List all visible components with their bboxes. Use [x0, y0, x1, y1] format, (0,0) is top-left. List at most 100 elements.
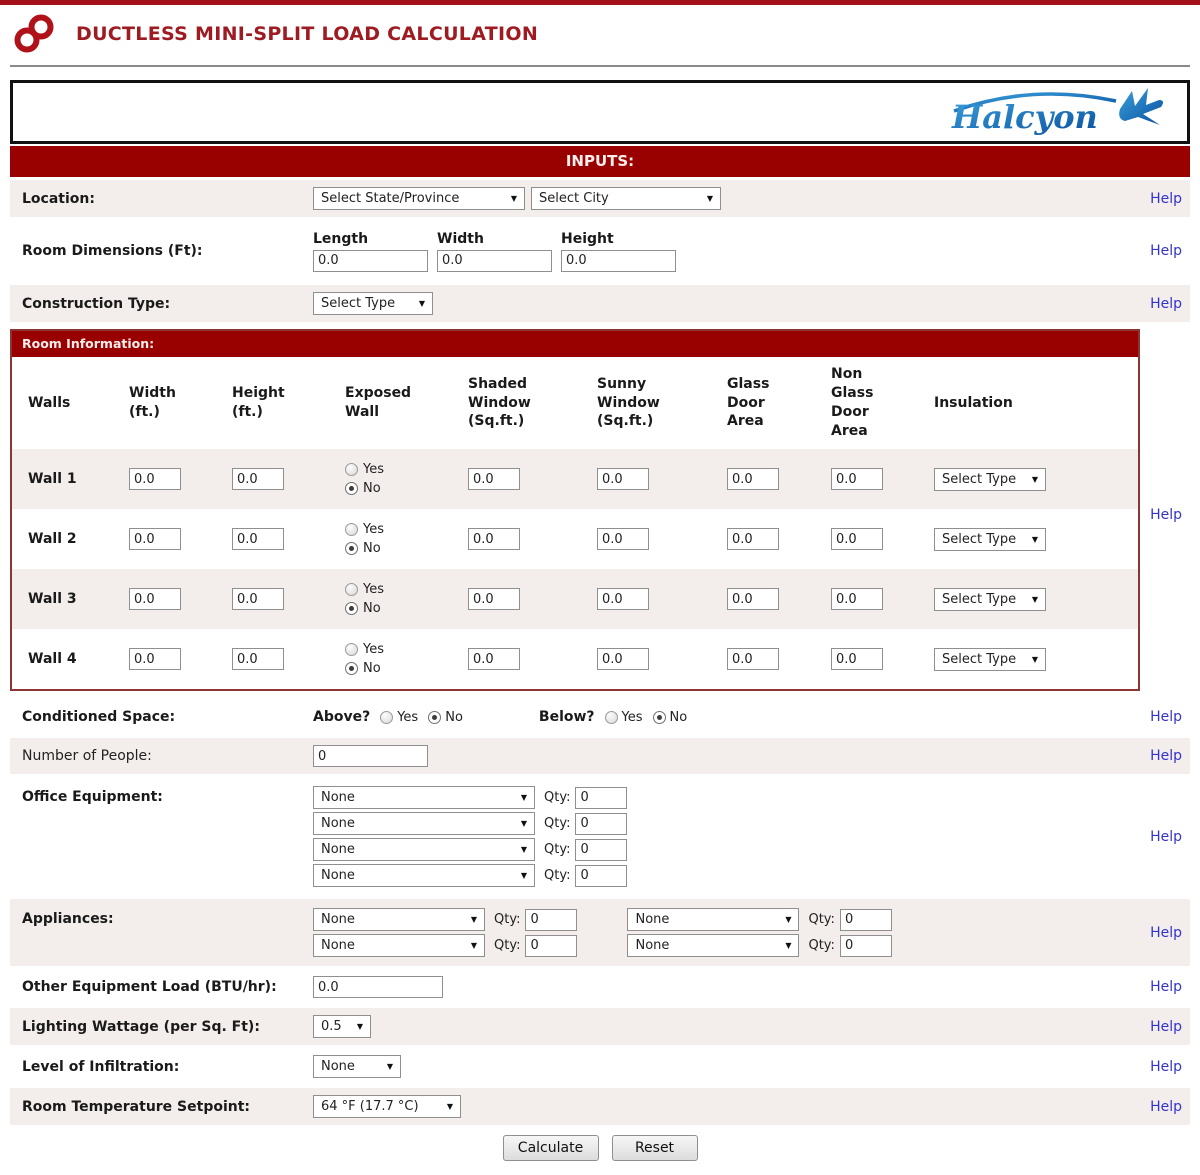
wall4-height-input[interactable]	[232, 648, 284, 670]
chevron-down-icon: ▼	[1032, 595, 1038, 604]
wall3-exposed-no-radio[interactable]	[345, 602, 358, 615]
wall2-shaded-window-input[interactable]	[468, 528, 520, 550]
setpoint-select[interactable]: 64 °F (17.7 °C) ▼	[313, 1095, 461, 1118]
wall4-insulation-select[interactable]: Select Type ▼	[934, 648, 1046, 671]
wall1-glass-door-input[interactable]	[727, 468, 779, 490]
wall1-insulation-select[interactable]: Select Type ▼	[934, 468, 1046, 491]
chevron-down-icon: ▼	[387, 1062, 393, 1071]
office-equipment-qty-3[interactable]	[575, 839, 627, 861]
wall2-exposed-no-radio[interactable]	[345, 542, 358, 555]
construction-type-help-link[interactable]: Help	[1150, 296, 1182, 312]
wall4-exposed-no-radio[interactable]	[345, 662, 358, 675]
wall3-height-input[interactable]	[232, 588, 284, 610]
wall1-width-input[interactable]	[129, 468, 181, 490]
appliance-qty-2[interactable]	[840, 909, 892, 931]
wall1-exposed-yes-radio[interactable]	[345, 463, 358, 476]
wall3-insulation-select[interactable]: Select Type ▼	[934, 588, 1046, 611]
lighting-wattage-select[interactable]: 0.5 ▼	[313, 1015, 371, 1038]
lighting-wattage-help-link[interactable]: Help	[1150, 1019, 1182, 1035]
wall4-exposed-yes-radio[interactable]	[345, 643, 358, 656]
location-row: Location: Select State/Province ▼ Select…	[10, 180, 1190, 217]
halcyon-wordmark: Halcyon	[951, 98, 1098, 136]
other-equipment-input[interactable]	[313, 976, 443, 998]
wall4-shaded-window-input[interactable]	[468, 648, 520, 670]
height-input[interactable]	[561, 250, 676, 272]
above-yes-radio[interactable]	[380, 711, 393, 724]
wall3-sunny-window-input[interactable]	[597, 588, 649, 610]
wall2-width-input[interactable]	[129, 528, 181, 550]
wall3-non-glass-door-input[interactable]	[831, 588, 883, 610]
appliance-qty-3[interactable]	[525, 935, 577, 957]
wall1-shaded-window-input[interactable]	[468, 468, 520, 490]
wall1-height-input[interactable]	[232, 468, 284, 490]
number-of-people-input[interactable]	[313, 745, 428, 767]
construction-type-select[interactable]: Select Type ▼	[313, 292, 433, 315]
halcyon-logo: Halcyon	[948, 87, 1173, 137]
office-equipment-select-4[interactable]: None▼	[313, 864, 535, 887]
chevron-down-icon: ▼	[511, 194, 517, 203]
room-dimensions-help-link[interactable]: Help	[1150, 243, 1182, 259]
reset-button[interactable]: Reset	[612, 1135, 698, 1161]
room-information-help-link[interactable]: Help	[1150, 507, 1182, 523]
number-of-people-help-link[interactable]: Help	[1150, 748, 1182, 764]
infiltration-help-link[interactable]: Help	[1150, 1059, 1182, 1075]
city-select[interactable]: Select City ▼	[531, 187, 721, 210]
lighting-wattage-row: Lighting Wattage (per Sq. Ft): 0.5 ▼ Hel…	[10, 1008, 1190, 1045]
appliance-select-2[interactable]: None▼	[627, 908, 799, 931]
infiltration-select[interactable]: None ▼	[313, 1055, 401, 1078]
wall3-glass-door-input[interactable]	[727, 588, 779, 610]
wall3-width-input[interactable]	[129, 588, 181, 610]
appliances-label: Appliances:	[22, 911, 313, 927]
office-equipment-qty-4[interactable]	[575, 865, 627, 887]
wall2-insulation-select[interactable]: Select Type ▼	[934, 528, 1046, 551]
state-province-select[interactable]: Select State/Province ▼	[313, 187, 525, 210]
wall3-shaded-window-input[interactable]	[468, 588, 520, 610]
calculate-button[interactable]: Calculate	[503, 1135, 599, 1161]
room-dimensions-label: Room Dimensions (Ft):	[22, 243, 313, 259]
wall2-non-glass-door-input[interactable]	[831, 528, 883, 550]
wall1-non-glass-door-input[interactable]	[831, 468, 883, 490]
appliances-help-link[interactable]: Help	[1150, 925, 1182, 941]
wall-row-1: Wall 1 Yes No Select Type ▼	[12, 449, 1138, 509]
wall4-sunny-window-input[interactable]	[597, 648, 649, 670]
conditioned-space-label: Conditioned Space:	[22, 709, 313, 725]
wall-row-3: Wall 3 Yes No Select Type ▼	[12, 569, 1138, 629]
wall4-glass-door-input[interactable]	[727, 648, 779, 670]
wall2-exposed-yes-radio[interactable]	[345, 523, 358, 536]
office-equipment-qty-1[interactable]	[575, 787, 627, 809]
chevron-down-icon: ▼	[471, 941, 477, 950]
wall4-width-input[interactable]	[129, 648, 181, 670]
wall2-glass-door-input[interactable]	[727, 528, 779, 550]
wall2-sunny-window-input[interactable]	[597, 528, 649, 550]
wall2-height-input[interactable]	[232, 528, 284, 550]
construction-type-label: Construction Type:	[22, 296, 313, 312]
setpoint-help-link[interactable]: Help	[1150, 1099, 1182, 1115]
office-equipment-select-3[interactable]: None▼	[313, 838, 535, 861]
col-width: Width (ft.)	[129, 382, 232, 424]
setpoint-row: Room Temperature Setpoint: 64 °F (17.7 °…	[10, 1088, 1190, 1125]
above-no-radio[interactable]	[428, 711, 441, 724]
other-equipment-help-link[interactable]: Help	[1150, 979, 1182, 995]
width-label: Width	[437, 231, 552, 247]
below-no-radio[interactable]	[653, 711, 666, 724]
form-actions: Calculate Reset	[10, 1135, 1190, 1161]
appliance-qty-4[interactable]	[840, 935, 892, 957]
office-equipment-help-link[interactable]: Help	[1150, 829, 1182, 845]
room-information-header: Room Information:	[12, 331, 1138, 357]
conditioned-space-help-link[interactable]: Help	[1150, 709, 1182, 725]
width-input[interactable]	[437, 250, 552, 272]
below-yes-radio[interactable]	[605, 711, 618, 724]
wall3-exposed-yes-radio[interactable]	[345, 583, 358, 596]
length-input[interactable]	[313, 250, 428, 272]
appliance-qty-1[interactable]	[525, 909, 577, 931]
office-equipment-select-2[interactable]: None▼	[313, 812, 535, 835]
appliance-select-3[interactable]: None▼	[313, 934, 485, 957]
appliance-select-4[interactable]: None▼	[627, 934, 799, 957]
wall1-exposed-no-radio[interactable]	[345, 482, 358, 495]
appliance-select-1[interactable]: None▼	[313, 908, 485, 931]
location-help-link[interactable]: Help	[1150, 191, 1182, 207]
office-equipment-qty-2[interactable]	[575, 813, 627, 835]
wall4-non-glass-door-input[interactable]	[831, 648, 883, 670]
wall1-sunny-window-input[interactable]	[597, 468, 649, 490]
office-equipment-select-1[interactable]: None▼	[313, 786, 535, 809]
